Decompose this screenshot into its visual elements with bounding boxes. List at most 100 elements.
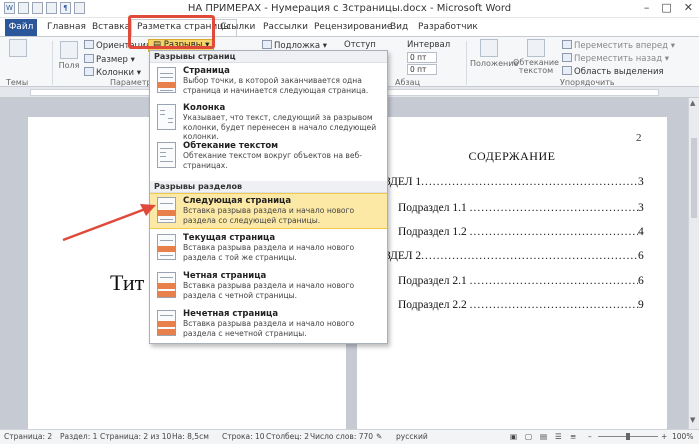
view-web-layout-icon[interactable]: ▤ [540,432,547,441]
bring-forward-button[interactable]: Переместить вперед ▾ [562,40,675,51]
menu-item-column-break[interactable]: Колонка Указывает, что текст, следующий … [150,101,387,141]
toc-page: 9 [638,299,644,311]
tab-review[interactable]: Рецензирование [314,20,392,35]
wrap-text-label: Обтекание текстом [513,58,559,75]
scroll-down-icon[interactable]: ▼ [690,416,695,424]
menu-item-page-break[interactable]: Страница Выбор точки, в которой заканчив… [150,64,387,100]
odd-page-icon [157,310,176,336]
spacing-before-field[interactable]: 0 пт [407,52,437,63]
status-page[interactable]: Страница: 2 [4,432,52,441]
status-column[interactable]: Столбец: 2 [266,432,309,441]
annotation-arrow-icon [62,204,156,242]
status-page-of[interactable]: Страница: 2 из 10 [100,432,171,441]
size-label: Размер [96,55,128,65]
bring-forward-icon [562,40,572,49]
view-full-screen-icon[interactable]: ▢ [525,432,532,441]
indent-label: Отступ [344,40,376,50]
menu-item-next-page[interactable]: Следующая страница Вставка разрыва разде… [150,193,387,229]
tab-developer[interactable]: Разработчик [418,20,478,35]
zoom-out-icon[interactable]: – [588,432,592,441]
page1-title-text: Тит [110,270,145,295]
margins-icon [60,41,78,59]
zoom-level[interactable]: 100% [672,432,693,441]
ribbon-tabs: Файл Главная Вставка Разметка страницы С… [0,18,699,36]
proofing-icon[interactable]: ✎ [376,432,382,441]
view-print-layout-icon[interactable]: ▣ [510,432,517,441]
view-outline-icon[interactable]: ☰ [555,432,562,441]
toc-row[interactable]: Подраздел 2.1 ..........................… [398,275,638,287]
window-title: НА ПРИМЕРАХ - Нумерация с 3страницы.docx… [187,3,512,14]
send-backward-button[interactable]: Переместить назад ▾ [562,53,669,64]
column-break-icon [157,104,176,130]
group-themes: Темы [6,78,29,87]
highlight-frame [128,15,215,49]
position-button[interactable]: Положение [470,39,518,68]
menu-item-desc: Вставка разрыва раздела и начало нового … [183,281,355,300]
status-section[interactable]: Раздел: 1 [60,432,97,441]
tab-view[interactable]: Вид [390,20,408,35]
menu-item-desc: Выбор точки, в которой заканчивается одн… [183,76,369,95]
wrap-text-icon [527,39,545,57]
wrap-text-button[interactable]: Обтекание текстом [512,39,560,75]
scroll-thumb[interactable] [691,138,697,218]
menu-item-text-wrapping[interactable]: Обтекание текстом Обтекание текстом вокр… [150,139,387,175]
menu-item-current-page[interactable]: Текущая страница Вставка разрыва раздела… [150,231,387,267]
toc-row[interactable]: Подраздел 1.1 ..........................… [398,202,638,214]
menu-item-title: Четная страница [183,271,267,281]
toc-dots: ........................................… [469,299,638,311]
toc-row[interactable]: РАЗДЕЛ 1................................… [372,176,647,188]
zoom-in-icon[interactable]: + [661,432,667,441]
section-breaks-header: Разрывы разделов [150,181,387,193]
orientation-icon [84,40,94,49]
watermark-icon [262,40,272,49]
spacing-before[interactable]: 0 пт [407,52,437,63]
menu-item-title: Страница [183,66,230,76]
status-words[interactable]: Число слов: 770 [310,432,373,441]
vertical-scrollbar[interactable]: ▲ ▼ [688,98,699,429]
status-line[interactable]: Строка: 10 [222,432,265,441]
group-paragraph: Абзац [395,78,421,87]
tab-insert[interactable]: Вставка [92,20,130,35]
position-icon [480,39,498,57]
menu-item-odd-page[interactable]: Нечетная страница Вставка разрыва раздел… [150,307,387,343]
toc-dots: ........................................… [421,250,638,262]
toc-row[interactable]: РАЗДЕЛ 2................................… [372,250,638,262]
tab-mailings[interactable]: Рассылки [263,20,308,35]
selection-pane-button[interactable]: Область выделения [562,66,664,77]
close-button[interactable]: ✕ [684,1,693,14]
tab-file[interactable]: Файл [5,19,37,36]
toc-label: Подраздел 1.2 [398,226,467,238]
tab-references[interactable]: Ссылки [220,20,255,35]
minimize-button[interactable]: – [644,1,650,14]
group-arrange: Упорядочить [560,78,615,87]
toc-dots: ........................................… [469,226,638,238]
columns-button[interactable]: Колонки ▾ [84,67,141,78]
status-position[interactable]: На: 8,5см [172,432,209,441]
view-draft-icon[interactable]: ≡ [570,432,576,441]
page-breaks-header: Разрывы страниц [150,51,387,63]
toc-title: СОДЕРЖАНИЕ [468,149,556,163]
tab-home[interactable]: Главная [47,20,86,35]
margins-button[interactable]: Поля [56,41,82,70]
size-icon [84,54,94,63]
spacing-after-field[interactable]: 0 пт [407,64,437,75]
selection-pane-icon [562,66,572,75]
window-controls: – □ ✕ [644,1,693,14]
toc-dots: ........................................… [421,176,639,188]
toc-row[interactable]: Подраздел 1.2 ..........................… [398,226,638,238]
themes-button[interactable] [6,39,30,59]
status-language[interactable]: русский [396,432,428,441]
maximize-button[interactable]: □ [661,1,671,14]
bring-forward-label: Переместить вперед [574,41,668,51]
toc-row[interactable]: Подраздел 2.2 ..........................… [398,299,638,311]
scroll-up-icon[interactable]: ▲ [690,99,695,107]
spacing-after[interactable]: 0 пт [407,64,437,75]
size-button[interactable]: Размер ▾ [84,54,135,65]
menu-item-desc: Вставка разрыва раздела и начало нового … [183,243,355,262]
menu-item-even-page[interactable]: Четная страница Вставка разрыва раздела … [150,269,387,305]
zoom-slider-handle[interactable] [626,433,630,440]
menu-item-desc: Вставка разрыва раздела и начало нового … [183,319,355,338]
toc-label: Подраздел 2.2 [398,299,467,311]
title-bar: W ¶ НА ПРИМЕРАХ - Нумерация с 3страницы.… [0,0,699,18]
page-number: 2 [636,132,642,144]
